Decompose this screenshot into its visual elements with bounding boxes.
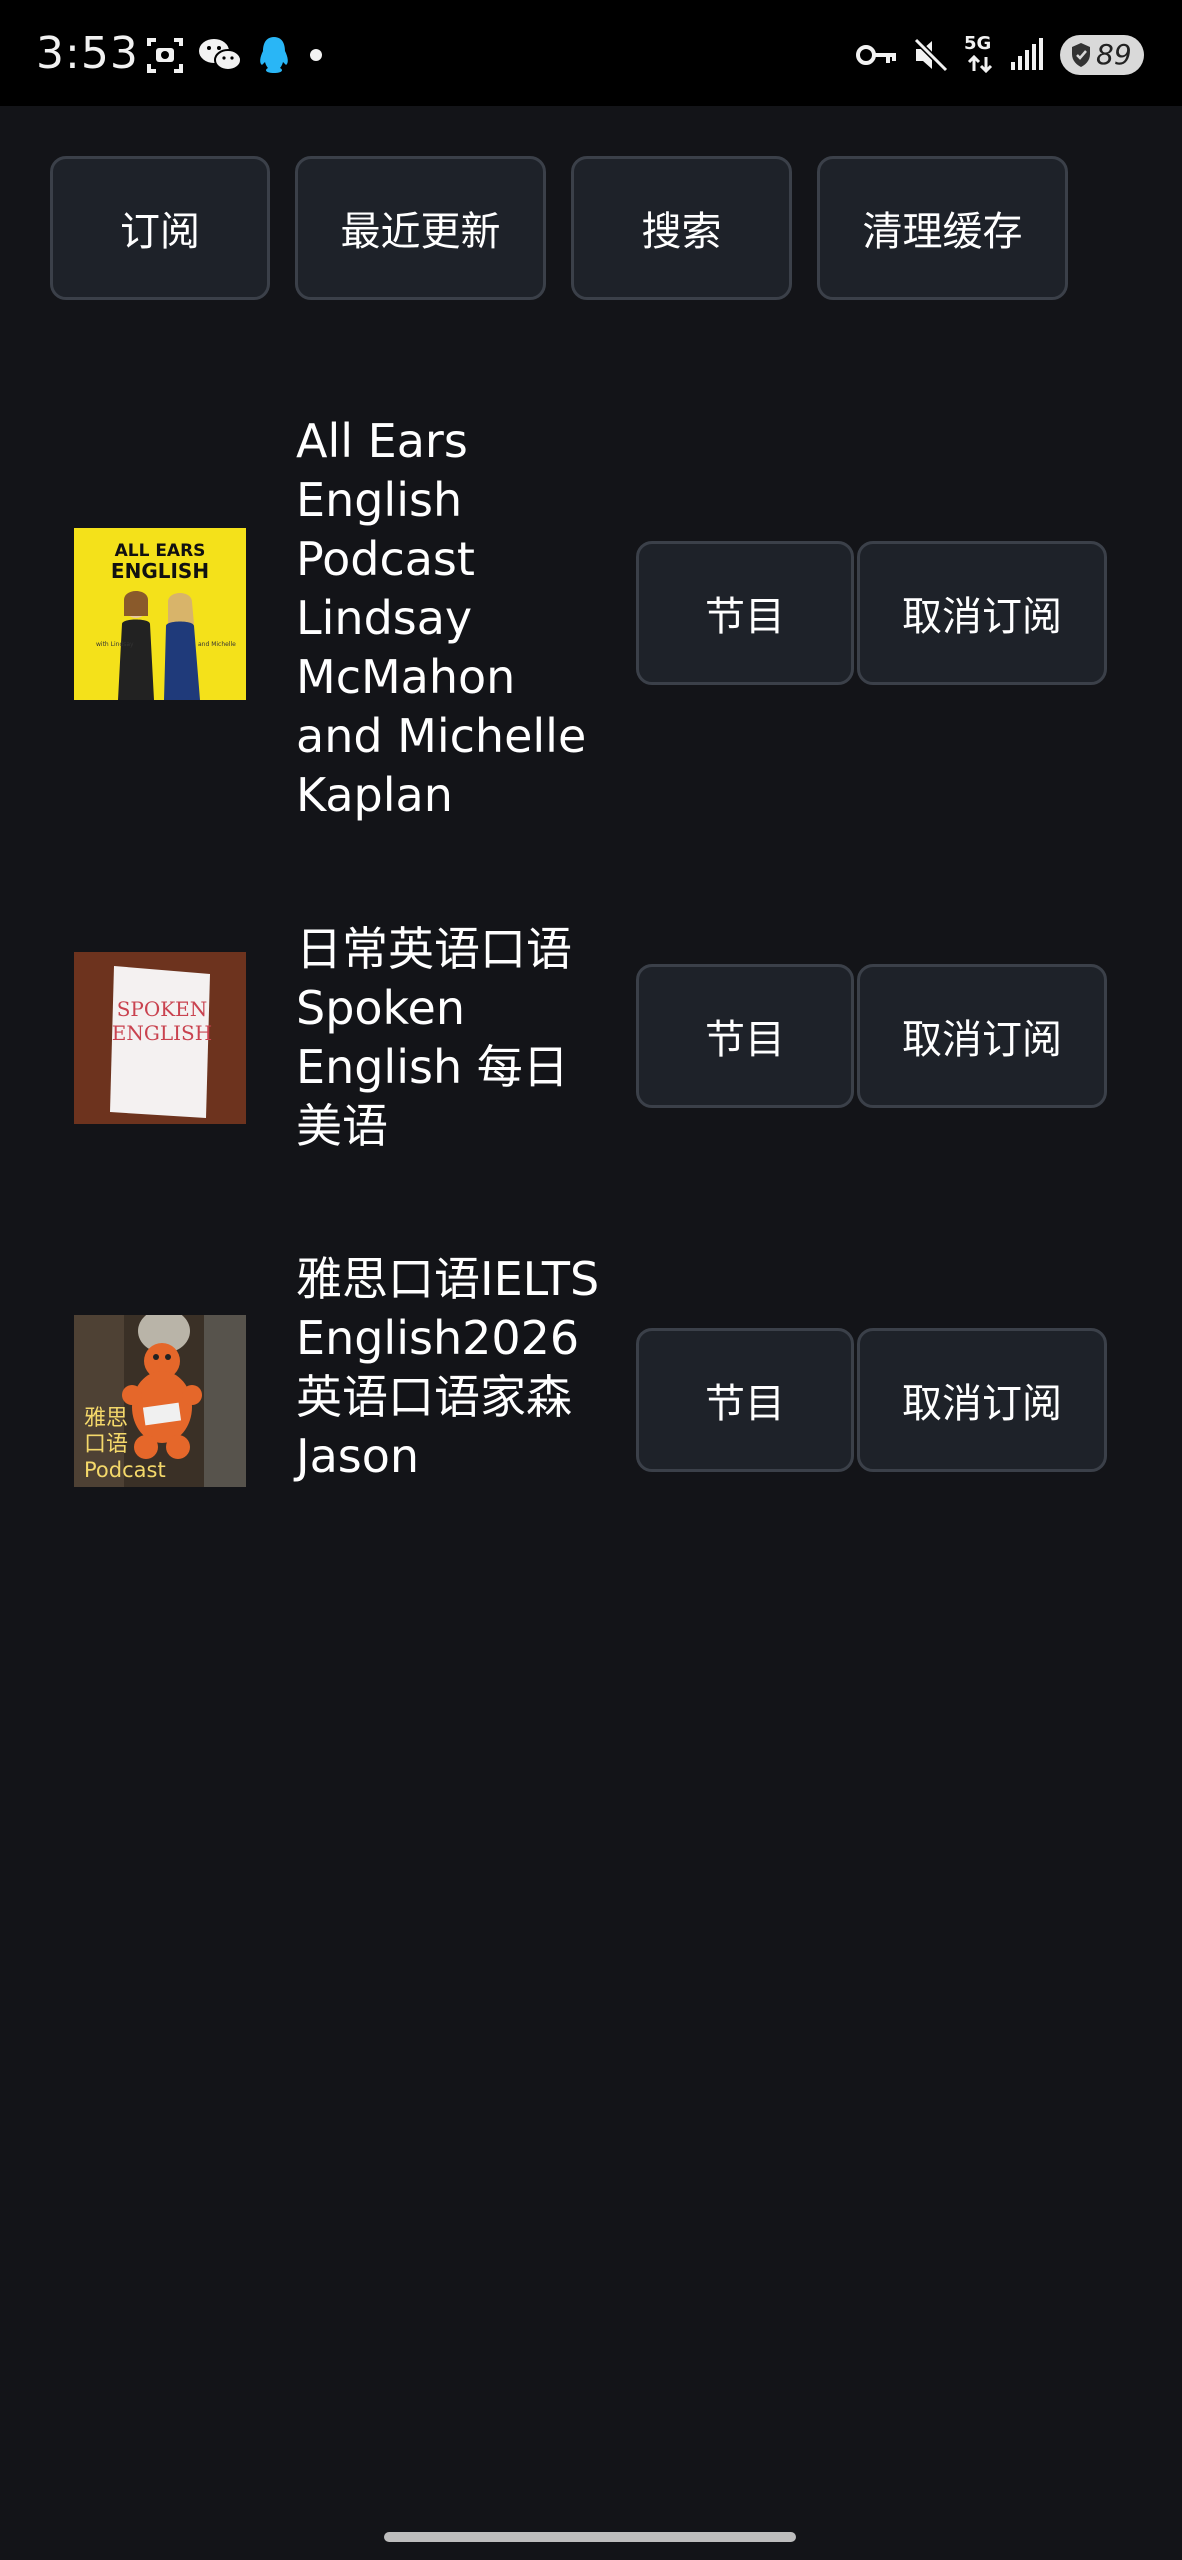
- screenshot-icon: [146, 36, 184, 74]
- status-right-icons: 5G 89: [856, 30, 1144, 80]
- status-left-icons: [146, 30, 326, 80]
- search-button[interactable]: 搜索: [571, 156, 792, 300]
- home-indicator[interactable]: [384, 2532, 796, 2542]
- unsubscribe-button[interactable]: 取消订阅: [857, 964, 1107, 1108]
- episodes-button[interactable]: 节目: [636, 541, 854, 685]
- recent-updates-button[interactable]: 最近更新: [295, 156, 546, 300]
- cover-text-line1: 雅思: [84, 1406, 128, 1431]
- subscribe-button[interactable]: 订阅: [50, 156, 270, 300]
- cover-text-line2: ENGLISH: [111, 559, 209, 583]
- battery-indicator: 89: [1060, 35, 1144, 75]
- episodes-button[interactable]: 节目: [636, 964, 854, 1108]
- 5g-signal-icon: 5G: [964, 35, 996, 75]
- wechat-icon: [198, 36, 242, 74]
- podcast-title: 日常英语口语 Spoken English 每日美语: [296, 922, 572, 1153]
- shield-icon: [1072, 43, 1090, 67]
- podcast-title: 雅思口语IELTS English2026 英语口语家森Jason: [296, 1252, 600, 1483]
- signal-bars-icon: [1010, 38, 1046, 72]
- cover-text-line1: ALL EARS: [115, 541, 206, 561]
- podcast-cover[interactable]: SPOKEN ENGLISH: [74, 952, 246, 1124]
- podcast-title: All Ears English Podcast Lindsay McMahon…: [296, 414, 587, 822]
- podcast-row: ALL EARS ENGLISH with Lindsay and Michel…: [0, 400, 1182, 840]
- cover-text-line2: 口语: [84, 1432, 128, 1457]
- cover-text-line3: Podcast: [84, 1458, 166, 1482]
- network-type: 5G: [964, 33, 992, 54]
- status-time: 3:53: [36, 28, 139, 79]
- vpn-key-icon: [856, 40, 898, 70]
- battery-level: 89: [1096, 38, 1132, 71]
- podcast-cover[interactable]: ALL EARS ENGLISH with Lindsay and Michel…: [74, 528, 246, 700]
- podcast-row: SPOKEN ENGLISH 日常英语口语 Spoken English 每日美…: [0, 920, 1182, 1170]
- episodes-button[interactable]: 节目: [636, 1328, 854, 1472]
- mute-icon: [912, 36, 950, 74]
- status-bar: 3:53 5G 89: [0, 0, 1182, 106]
- unsubscribe-button[interactable]: 取消订阅: [857, 1328, 1107, 1472]
- svg-text:and Michelle: and Michelle: [198, 641, 236, 648]
- unsubscribe-button[interactable]: 取消订阅: [857, 541, 1107, 685]
- svg-text:with Lindsay: with Lindsay: [96, 641, 134, 648]
- cover-text-line2: ENGLISH: [112, 1021, 212, 1045]
- qq-icon: [256, 35, 292, 75]
- podcast-cover[interactable]: 雅思 口语 Podcast: [74, 1315, 246, 1487]
- cover-text-line1: SPOKEN: [117, 997, 208, 1021]
- clear-cache-button[interactable]: 清理缓存: [817, 156, 1068, 300]
- dot-icon: [306, 45, 326, 65]
- podcast-row: 雅思 口语 Podcast 雅思口语IELTS English2026 英语口语…: [0, 1250, 1182, 1560]
